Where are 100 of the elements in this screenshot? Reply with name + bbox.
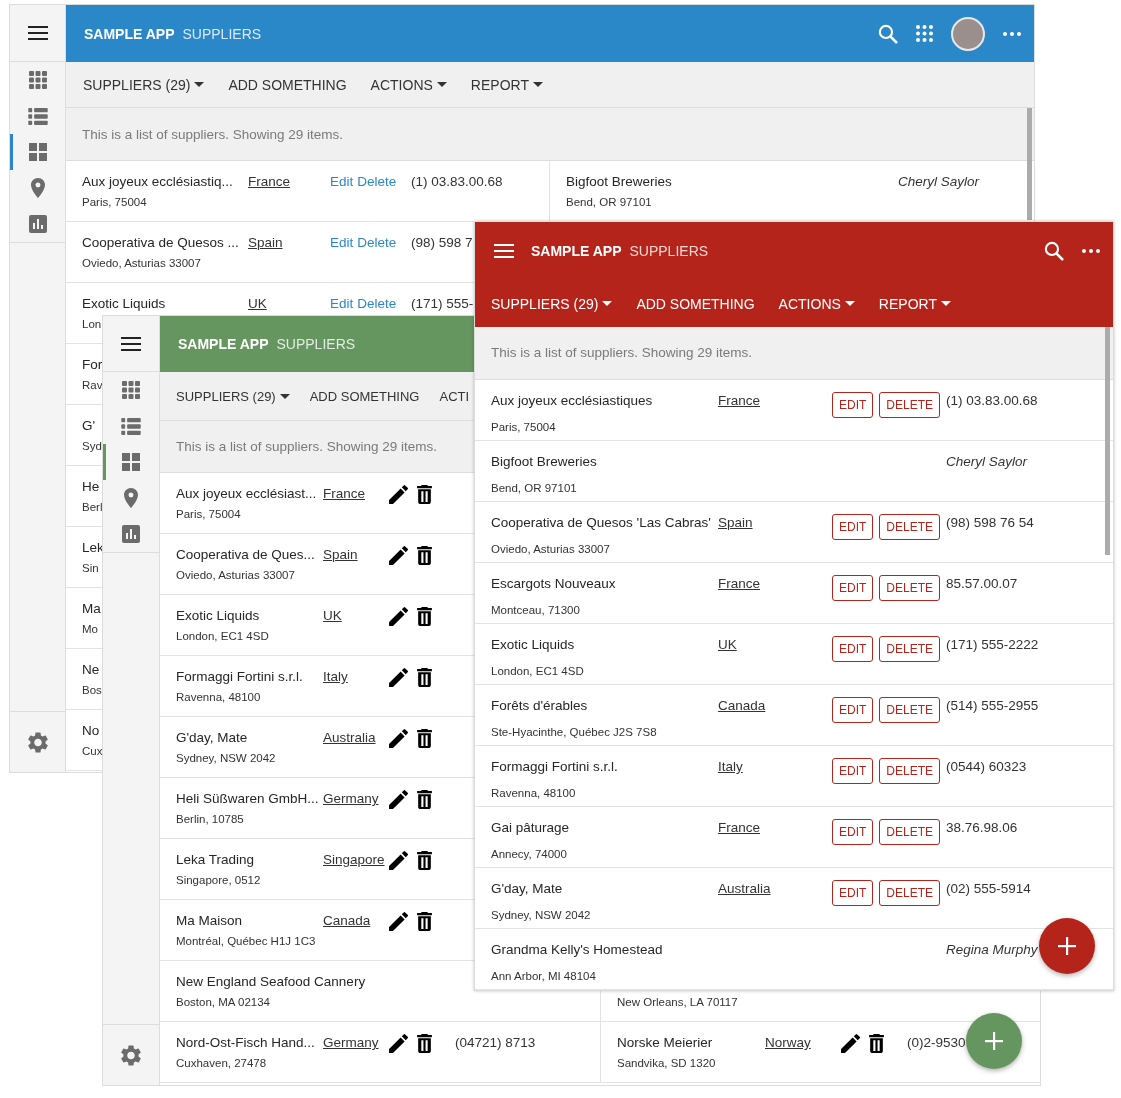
country-link[interactable]: Germany — [323, 1034, 379, 1052]
dashboard-icon — [28, 143, 47, 161]
country-link[interactable]: Canada — [718, 697, 766, 723]
menu-button[interactable]: ADD SOMETHING — [636, 295, 755, 312]
supplier-address: Syd — [82, 439, 102, 454]
country-link[interactable]: Canada — [323, 912, 371, 930]
settings-icon[interactable] — [121, 1044, 141, 1066]
pencil-icon[interactable] — [841, 1034, 860, 1053]
add-button[interactable] — [966, 1013, 1022, 1069]
pencil-icon[interactable] — [389, 790, 408, 809]
menu-button[interactable]: ADD SOMETHING — [309, 388, 420, 404]
delete-button[interactable]: DELETE — [879, 514, 941, 540]
delete-button[interactable]: DELETE — [879, 575, 941, 601]
edit-button[interactable]: EDIT — [832, 392, 874, 418]
menu-button[interactable]: REPORT — [470, 76, 543, 93]
country-link[interactable]: Australia — [323, 729, 376, 747]
supplier-name: Gai pâturage — [491, 819, 570, 837]
country-link[interactable]: France — [718, 575, 761, 601]
delete-button[interactable]: DELETE — [879, 880, 941, 906]
menu-button[interactable] — [27, 26, 48, 40]
edit-button[interactable]: EDIT — [832, 575, 874, 601]
delete-button[interactable]: DELETE — [879, 697, 941, 723]
edit-button[interactable]: EDIT — [832, 758, 874, 784]
pencil-icon[interactable] — [389, 668, 408, 687]
menu-button[interactable] — [494, 244, 514, 258]
trash-icon[interactable] — [417, 546, 432, 565]
delete-link[interactable]: Delete — [357, 234, 397, 252]
search-icon[interactable] — [878, 23, 898, 44]
edit-button[interactable]: EDIT — [832, 636, 874, 662]
pencil-icon[interactable] — [389, 729, 408, 748]
trash-icon[interactable] — [417, 607, 432, 626]
menu-button[interactable]: ACTIONS — [370, 76, 447, 93]
pencil-icon[interactable] — [389, 546, 408, 565]
menu-button[interactable]: REPORT — [878, 295, 951, 312]
trash-icon[interactable] — [417, 912, 432, 931]
menu-button[interactable]: ACTI — [439, 388, 470, 404]
pencil-icon[interactable] — [389, 1034, 408, 1053]
menu-button[interactable]: SUPPLIERS (29) — [176, 388, 290, 404]
edit-button[interactable]: EDIT — [832, 819, 874, 845]
dots-grid-icon[interactable] — [916, 25, 933, 42]
country-link[interactable]: UK — [248, 295, 267, 313]
country-link[interactable]: France — [718, 819, 761, 845]
delete-button[interactable]: DELETE — [879, 758, 941, 784]
avatar-placeholder[interactable] — [951, 16, 985, 51]
country-link[interactable]: Singapore — [323, 851, 385, 869]
trash-icon[interactable] — [417, 485, 432, 504]
country-link[interactable]: Australia — [718, 880, 771, 906]
menu-button[interactable]: SUPPLIERS (29) — [491, 295, 613, 312]
delete-button[interactable]: DELETE — [879, 392, 941, 418]
add-button[interactable] — [1039, 918, 1095, 974]
menu-button[interactable]: ACTIONS — [778, 295, 855, 312]
delete-link[interactable]: Delete — [357, 173, 397, 191]
country-link[interactable]: France — [248, 173, 291, 191]
country-link[interactable]: Italy — [323, 668, 348, 686]
menu-button[interactable]: ADD SOMETHING — [228, 76, 347, 93]
country-link[interactable]: Spain — [248, 234, 283, 252]
supplier-name: Bigfoot Breweries — [566, 173, 672, 191]
edit-link[interactable]: Edit — [330, 295, 354, 313]
pencil-icon[interactable] — [389, 912, 408, 931]
menu-button[interactable]: SUPPLIERS (29) — [83, 76, 205, 93]
settings-icon[interactable] — [27, 731, 48, 753]
trash-icon[interactable] — [417, 851, 432, 870]
supplier-name: Aux joyeux ecclésiastiq... — [82, 173, 233, 191]
pencil-icon[interactable] — [389, 485, 408, 504]
country-link[interactable]: UK — [323, 607, 342, 625]
trash-icon[interactable] — [417, 790, 432, 809]
scrollbar[interactable] — [1105, 327, 1110, 555]
country-link[interactable]: France — [718, 392, 761, 418]
more-icon[interactable] — [1003, 31, 1021, 36]
menu-icon — [27, 26, 48, 40]
edit-link[interactable]: Edit — [330, 234, 354, 252]
edit-button[interactable]: EDIT — [832, 697, 874, 723]
pencil-icon[interactable] — [389, 851, 408, 870]
menu-icon — [121, 336, 141, 351]
country-link[interactable]: Spain — [718, 514, 753, 540]
country-link[interactable]: Germany — [323, 790, 379, 808]
country-link[interactable]: UK — [718, 636, 737, 662]
supplier-address: Sin — [82, 561, 99, 576]
delete-button[interactable]: DELETE — [879, 819, 941, 845]
trash-icon[interactable] — [417, 668, 432, 687]
scrollbar[interactable] — [1027, 108, 1032, 220]
country-link[interactable]: Spain — [323, 546, 358, 564]
country-link[interactable]: Italy — [718, 758, 743, 784]
country-link[interactable]: France — [323, 485, 366, 503]
edit-link[interactable]: Edit — [330, 173, 354, 191]
delete-button[interactable]: DELETE — [879, 636, 941, 662]
search-icon[interactable] — [1044, 241, 1064, 261]
phone-number: 85.57.00.07 — [946, 575, 1018, 593]
more-icon[interactable] — [1082, 249, 1100, 253]
trash-icon[interactable] — [417, 729, 432, 748]
trash-icon[interactable] — [869, 1034, 884, 1053]
edit-button[interactable]: EDIT — [832, 514, 874, 540]
supplier-address: Cux — [82, 744, 103, 759]
menu-button[interactable] — [121, 336, 141, 351]
map-pin-icon — [124, 488, 138, 508]
edit-button[interactable]: EDIT — [832, 880, 874, 906]
pencil-icon[interactable] — [389, 607, 408, 626]
delete-link[interactable]: Delete — [357, 295, 397, 313]
trash-icon[interactable] — [417, 1034, 432, 1053]
country-link[interactable]: Norway — [765, 1034, 811, 1052]
